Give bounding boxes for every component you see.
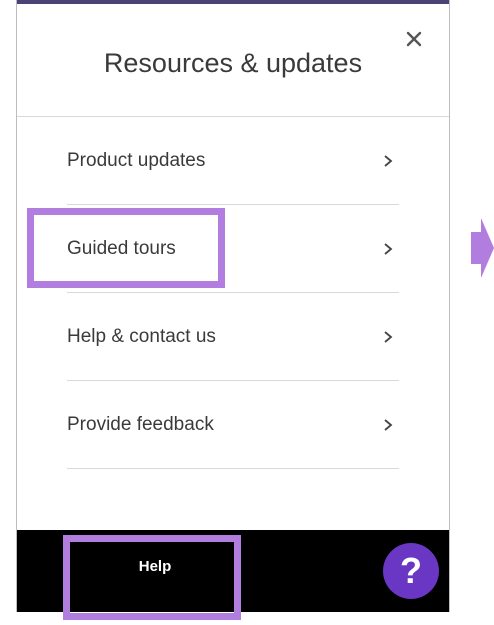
arrow-right-icon — [471, 218, 494, 278]
chevron-right-icon — [383, 418, 395, 432]
panel-top-bar — [17, 0, 449, 4]
help-fab-button[interactable]: ? — [383, 543, 439, 599]
menu-item-label: Help & contact us — [67, 325, 216, 347]
close-icon — [406, 31, 422, 47]
menu-item-label: Provide feedback — [67, 413, 214, 435]
highlight-box-guided-tours — [27, 208, 225, 288]
chevron-right-icon — [383, 242, 395, 256]
question-mark-icon: ? — [400, 550, 422, 591]
panel-title: Resources & updates — [103, 48, 363, 78]
highlight-box-help-tab — [63, 535, 241, 620]
menu-item-product-updates[interactable]: Product updates — [67, 117, 399, 205]
menu-item-provide-feedback[interactable]: Provide feedback — [67, 381, 399, 469]
menu-item-help-contact[interactable]: Help & contact us — [67, 293, 399, 381]
menu-item-label: Product updates — [67, 149, 206, 171]
chevron-right-icon — [383, 330, 395, 344]
resources-panel: Resources & updates Product updates Guid… — [16, 0, 450, 612]
chevron-right-icon — [383, 154, 395, 168]
